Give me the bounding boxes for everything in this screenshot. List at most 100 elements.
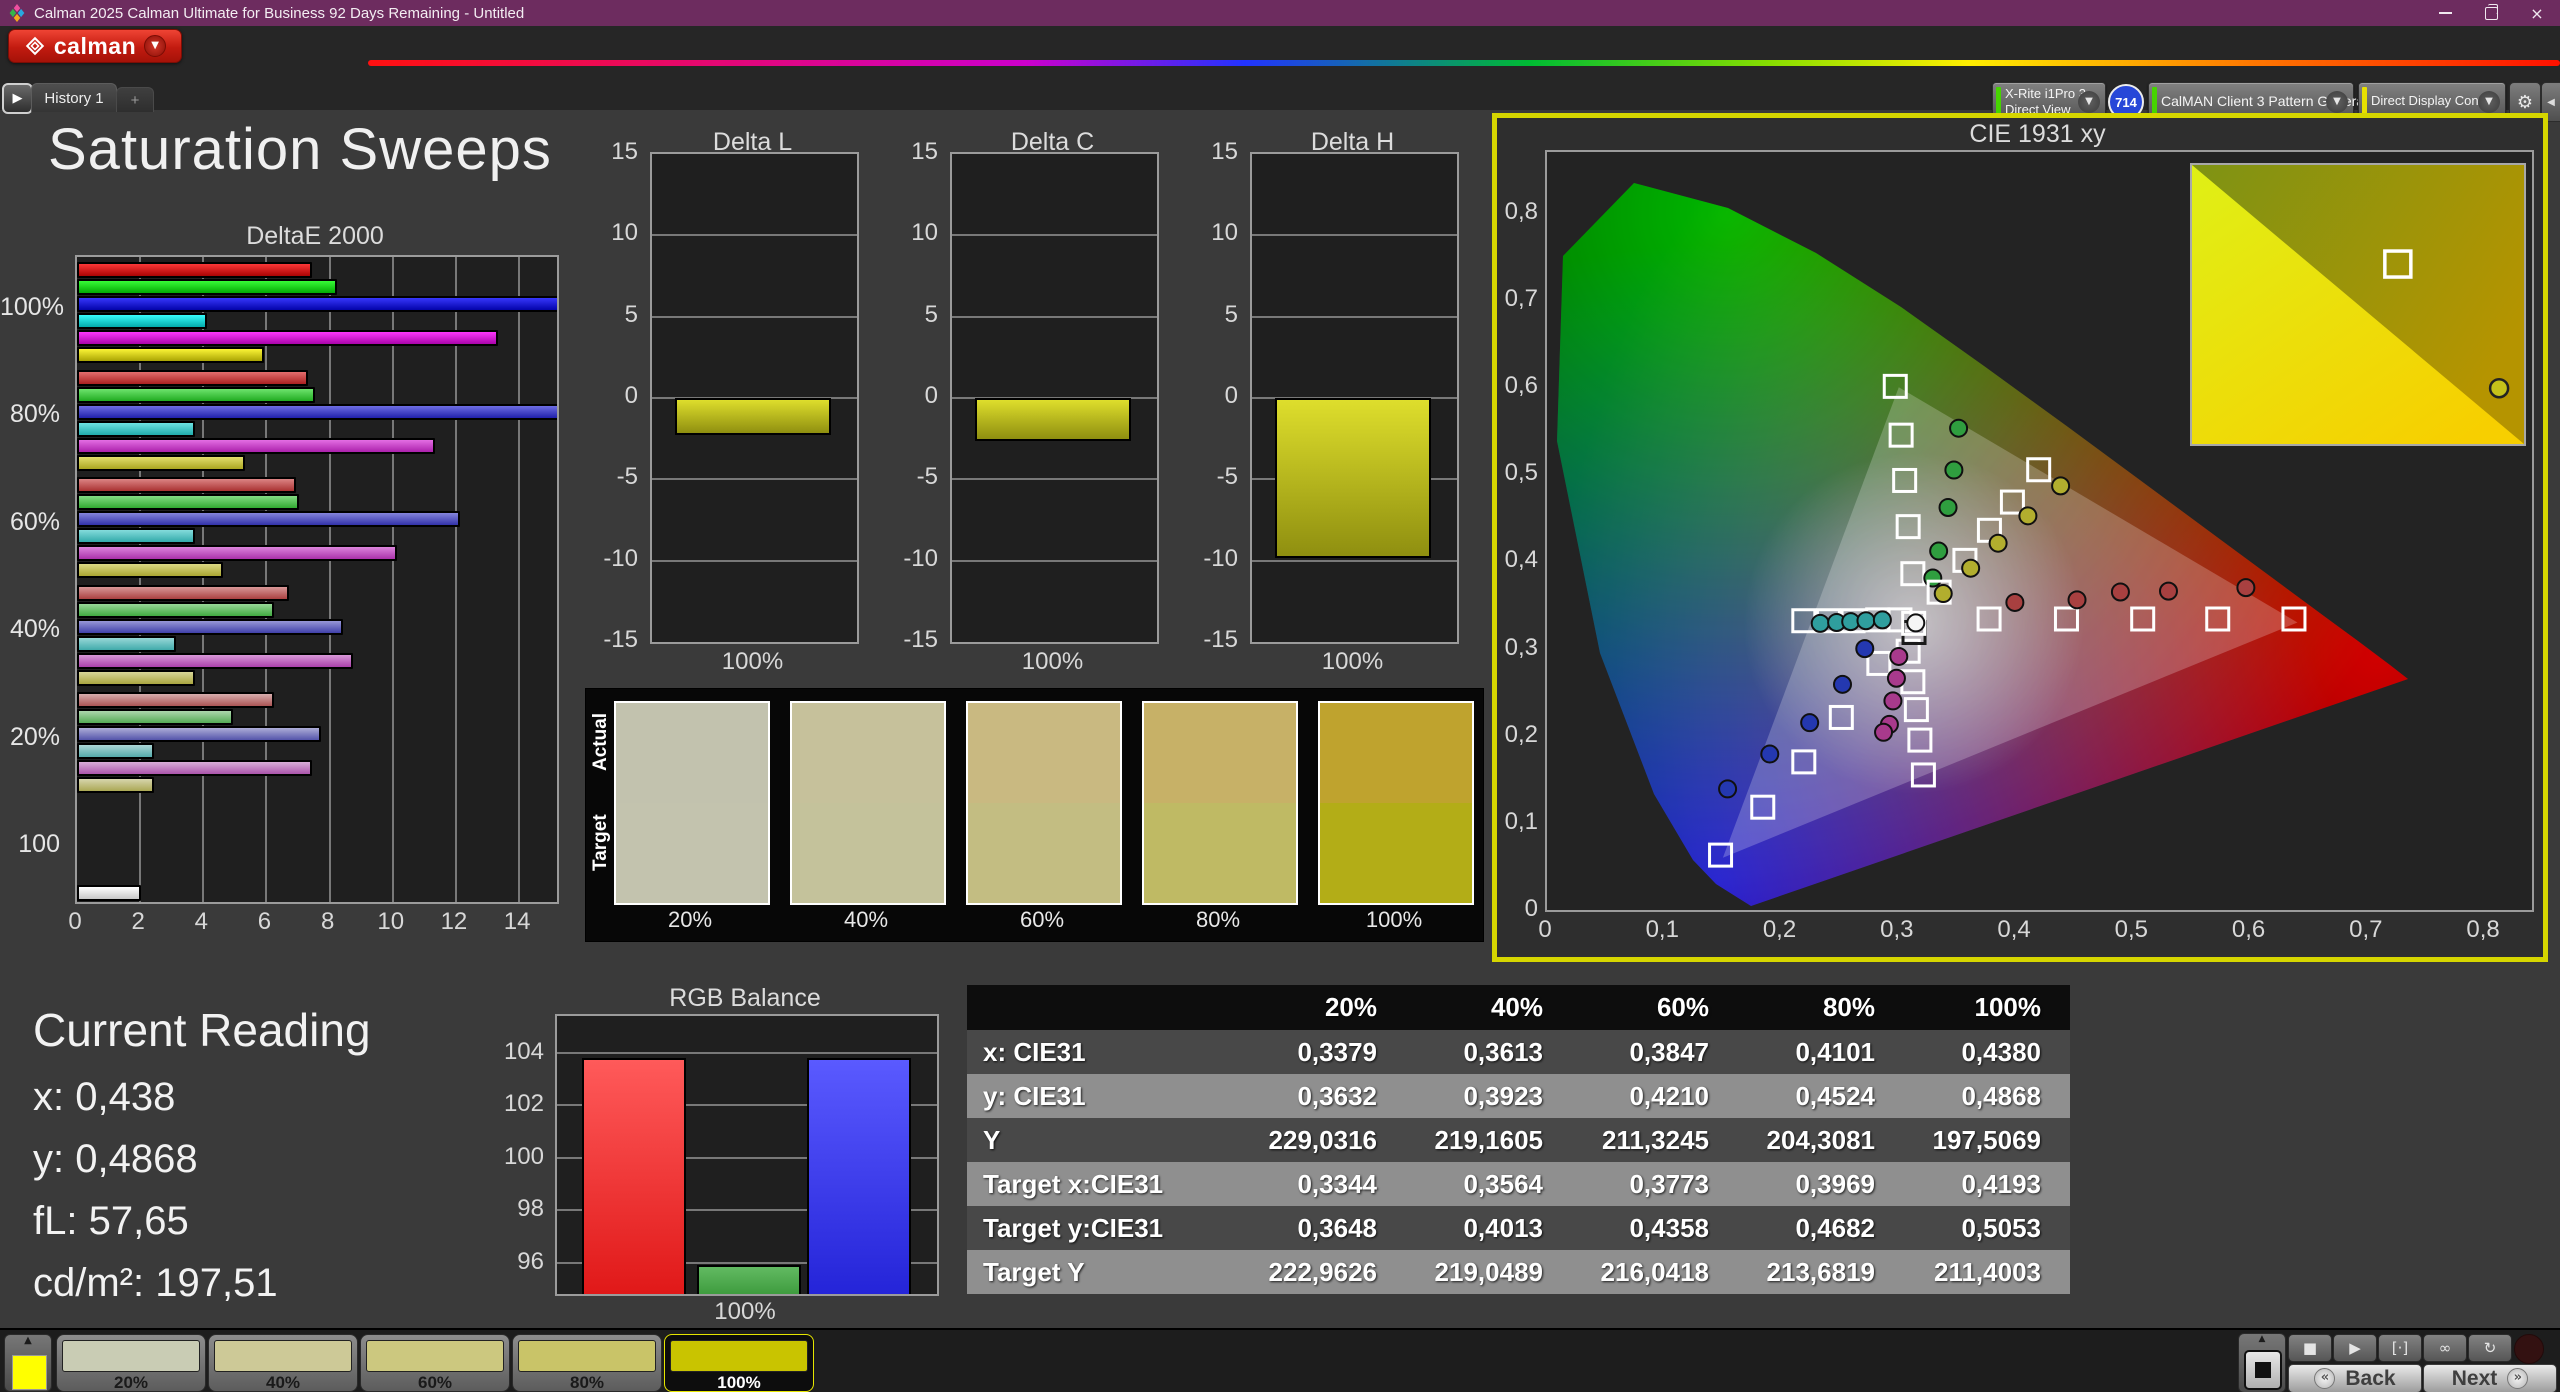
axis-tick-label: 8 <box>314 908 342 936</box>
pattern-swatch <box>62 1340 200 1372</box>
rgb-balance-chart[interactable] <box>555 1014 939 1296</box>
pattern-step-button-40%[interactable]: 40% <box>208 1334 358 1392</box>
table-row: x: CIE310,33790,36130,38470,41010,4380 <box>967 1030 2070 1074</box>
axis-tick-label: 2 <box>124 908 152 936</box>
pattern-step-button-100%[interactable]: 100% <box>664 1334 814 1392</box>
group-label: 100% <box>0 293 60 322</box>
pattern-step-button-80%[interactable]: 80% <box>512 1334 662 1392</box>
rgb-bar-green <box>697 1265 801 1296</box>
current-color-control[interactable]: ▲ <box>4 1334 52 1392</box>
deltae2000-chart[interactable] <box>75 255 559 904</box>
table-header-cell: 80% <box>1735 992 1901 1023</box>
single-measure-icon: [·] <box>2392 1339 2408 1357</box>
table-cell: 197,5069 <box>1901 1125 2067 1156</box>
axis-tick-label: 0,2 <box>1498 721 1538 749</box>
target-color <box>968 803 1120 903</box>
deltae-bar-magenta <box>77 545 397 561</box>
measure-stop-control[interactable]: ▲ <box>2238 1333 2286 1392</box>
delta-l-chart[interactable] <box>650 152 859 644</box>
refresh-button[interactable]: ↻ <box>2468 1334 2512 1362</box>
stop-icon: ■ <box>2303 1339 2317 1357</box>
tab-history-1[interactable]: History 1 <box>31 83 117 112</box>
pattern-step-button-60%[interactable]: 60% <box>360 1334 510 1392</box>
axis-tick-label: -15 <box>1186 626 1238 654</box>
deltae-bar-yellow <box>77 562 223 578</box>
cie-y-axis: 0,80,70,60,50,40,30,20,10 <box>1498 150 1540 908</box>
axis-tick-label: -5 <box>586 463 638 491</box>
delta-h-x-label: 100% <box>1250 648 1455 676</box>
axis-tick-label: 6 <box>250 908 278 936</box>
chevron-up-icon[interactable]: ▲ <box>5 1335 51 1351</box>
target-color <box>792 803 944 903</box>
bottom-pattern-bar: ▲ 20%40%60%80%100% ▲ ■ ▶ [·] ∞ ↻ « Back Next… <box>0 1328 2560 1392</box>
deltae-bar-cyan <box>77 636 176 652</box>
table-row: Y229,0316219,1605211,3245204,3081197,506… <box>967 1118 2070 1162</box>
cie-measured-marker-red <box>2112 583 2129 600</box>
minimize-button[interactable] <box>2422 0 2468 26</box>
back-button[interactable]: « Back <box>2288 1364 2422 1392</box>
session-play-button[interactable]: ▶ <box>2 83 33 114</box>
axis-tick <box>75 364 76 366</box>
cie-zoom-inset <box>2190 163 2526 446</box>
table-cell: 211,3245 <box>1569 1125 1735 1156</box>
add-tab-button[interactable]: + <box>116 87 154 112</box>
axis-tick-label: 0,7 <box>1498 285 1538 313</box>
axis-tick-label: 0,7 <box>2344 916 2388 944</box>
table-cell: 0,3969 <box>1735 1169 1901 1200</box>
axis-tick-label: 0,8 <box>1498 198 1538 226</box>
current-reading-cdm2: cd/m²: 197,51 <box>33 1261 278 1306</box>
measurement-table: 20%40%60%80%100%x: CIE310,33790,36130,38… <box>967 985 2070 1294</box>
actual-target-swatch-panel: Actual Target 20%40%60%80%100% <box>585 688 1484 942</box>
cie-measured-marker-yellow <box>1935 585 1952 602</box>
axis-tick-label: 0,1 <box>1640 916 1684 944</box>
deltae-bar-blue <box>77 296 559 312</box>
rgb-bar-red <box>582 1058 686 1296</box>
chevrons-left-icon: « <box>2314 1368 2335 1389</box>
cie-measured-marker-yellow <box>1990 535 2007 552</box>
group-label: 80% <box>0 400 60 429</box>
table-cell: 0,3847 <box>1569 1037 1735 1068</box>
refresh-icon: ↻ <box>2484 1339 2497 1357</box>
axis-tick-label: 0,4 <box>1992 916 2036 944</box>
grid-line <box>952 560 1157 562</box>
actual-row-label: Actual <box>590 745 612 771</box>
deltae-bar-yellow <box>77 455 245 471</box>
axis-tick <box>75 794 76 796</box>
table-cell: Target x:CIE31 <box>967 1169 1237 1200</box>
table-row: y: CIE310,36320,39230,42100,45240,4868 <box>967 1074 2070 1118</box>
grid-line <box>652 234 857 236</box>
table-row: Target Y222,9626219,0489216,0418213,6819… <box>967 1250 2070 1294</box>
play-button[interactable]: ▶ <box>2333 1334 2377 1362</box>
actual-color <box>1320 703 1472 803</box>
stop-measure-button[interactable] <box>2244 1350 2282 1390</box>
calman-menu-button[interactable]: calman ▼ <box>8 29 182 63</box>
chevron-up-icon[interactable]: ▲ <box>2239 1334 2285 1348</box>
maximize-button[interactable] <box>2468 0 2514 26</box>
deltae-bar-cyan <box>77 421 195 437</box>
axis-tick-label: 5 <box>886 301 938 329</box>
deltae-bar-red <box>77 370 308 386</box>
pattern-step-label: 60% <box>361 1373 509 1392</box>
deltae-bar-red <box>77 262 312 278</box>
cie-measured-marker-blue <box>1761 746 1778 763</box>
continuous-button[interactable]: ∞ <box>2423 1334 2467 1362</box>
grid-line <box>518 257 520 902</box>
table-cell: 219,1605 <box>1403 1125 1569 1156</box>
cie-measured-marker-red <box>2237 579 2254 596</box>
table-cell: 213,6819 <box>1735 1257 1901 1288</box>
delta-c-chart[interactable] <box>950 152 1159 644</box>
stop-button[interactable]: ■ <box>2288 1334 2332 1362</box>
close-button[interactable]: × <box>2514 0 2560 26</box>
table-cell: 219,0489 <box>1403 1257 1569 1288</box>
next-button[interactable]: Next » <box>2423 1364 2557 1392</box>
deltae-bar-magenta <box>77 653 353 669</box>
table-cell: 204,3081 <box>1735 1125 1901 1156</box>
table-cell: 0,4682 <box>1735 1213 1901 1244</box>
actual-color <box>968 703 1120 803</box>
close-icon: × <box>2530 4 2543 23</box>
current-reading-fl: fL: 57,65 <box>33 1199 189 1244</box>
grid-line <box>455 257 457 902</box>
delta-h-chart[interactable] <box>1250 152 1459 644</box>
single-measure-button[interactable]: [·] <box>2378 1334 2422 1362</box>
pattern-step-button-20%[interactable]: 20% <box>56 1334 206 1392</box>
